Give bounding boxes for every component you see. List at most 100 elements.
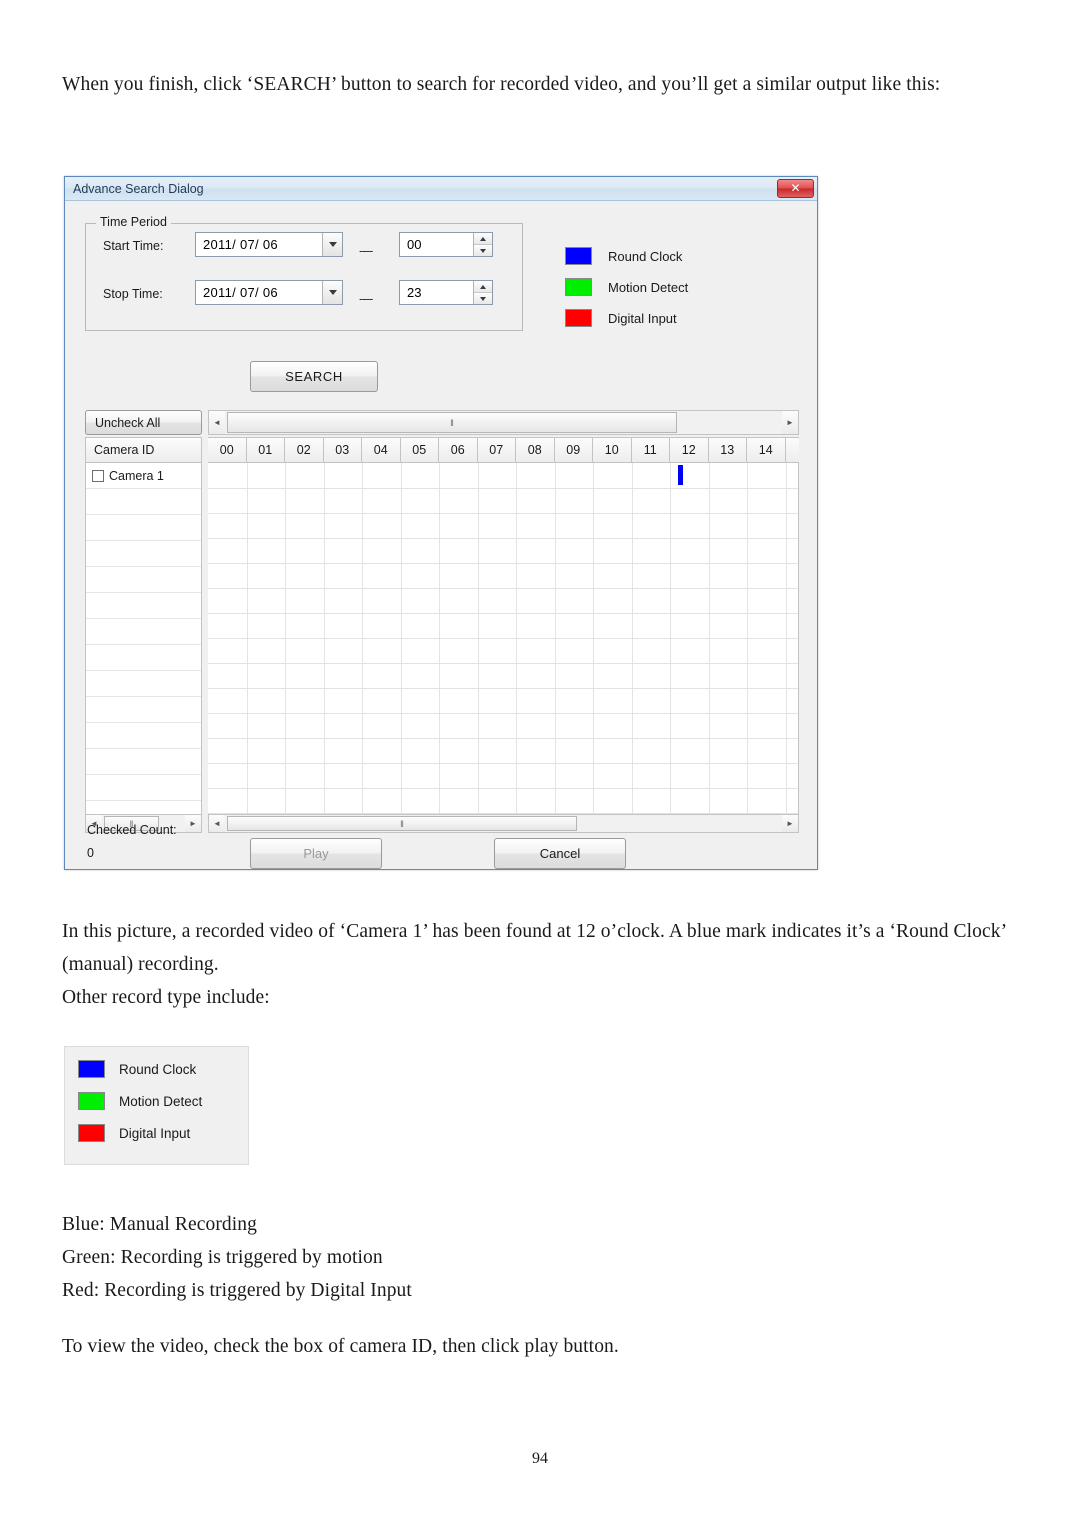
intro-paragraph: When you finish, click ‘SEARCH’ button t… [62, 74, 941, 95]
scroll-left-icon[interactable]: ◄ [209, 411, 225, 434]
legend-label: Digital Input [608, 310, 677, 326]
legend-label: Round Clock [608, 248, 683, 264]
camera-checkbox[interactable] [92, 469, 104, 482]
timeline-gridline-horizontal [208, 738, 798, 739]
cancel-button[interactable]: Cancel [494, 838, 626, 869]
scroll-right-icon[interactable]: ► [782, 411, 798, 434]
motion-detect-swatch-icon [565, 278, 592, 296]
scroll-right-icon[interactable]: ► [782, 815, 798, 832]
start-date-combo[interactable]: 2011/ 07/ 06 [195, 232, 343, 257]
legend-item-round-clock: Round Clock [565, 247, 688, 265]
color-meaning-paragraph: Blue: Manual Recording Green: Recording … [62, 1208, 1022, 1307]
legend-item-motion-detect: Motion Detect [565, 278, 688, 296]
start-hour-stepper[interactable]: 00 [399, 232, 493, 257]
spin-down-icon[interactable] [474, 293, 492, 304]
list-item [86, 775, 201, 801]
list-item [86, 541, 201, 567]
digital-input-swatch-icon [565, 309, 592, 327]
play-button[interactable]: Play [250, 838, 382, 869]
camera-id-header: Camera ID [85, 437, 202, 463]
checked-count-label: Checked Count: [87, 823, 177, 837]
dialog-legend: Round Clock Motion Detect Digital Input [565, 247, 688, 340]
start-date-value: 2011/ 07/ 06 [203, 237, 278, 252]
scrollbar-thumb[interactable]: ‖ [227, 816, 577, 831]
timeline-top-scrollbar[interactable]: ◄ ‖ ► [208, 410, 799, 435]
timeline-hour-04: 04 [362, 438, 401, 462]
legend-item-round-clock: Round Clock [78, 1060, 248, 1078]
scroll-right-icon[interactable]: ► [185, 815, 201, 832]
scroll-left-icon[interactable]: ◄ [209, 815, 225, 832]
list-item [86, 489, 201, 515]
timeline-hour-11: 11 [632, 438, 670, 462]
timeline-hour-header: 0001020304050607080910111213141 [208, 437, 799, 463]
chevron-down-icon[interactable] [322, 233, 342, 256]
stop-hour-stepper[interactable]: 23 [399, 280, 493, 305]
timeline-hour-06: 06 [439, 438, 478, 462]
page-number: 94 [532, 1450, 548, 1467]
timeline-hour-05: 05 [401, 438, 439, 462]
list-item [86, 593, 201, 619]
stop-hour-value: 23 [407, 285, 422, 300]
legend-item-digital-input: Digital Input [78, 1124, 248, 1142]
camera-list: Camera 1 [85, 463, 202, 827]
timeline-gridline-horizontal [208, 588, 798, 589]
timeline-gridline-horizontal [208, 488, 798, 489]
middle-paragraph-line1: In this picture, a recorded video of ‘Ca… [62, 921, 767, 942]
timeline-gridline-horizontal [208, 713, 798, 714]
timeline-gridline-horizontal [208, 688, 798, 689]
color-line-green: Green: Recording is triggered by motion [62, 1247, 383, 1268]
timeline-hour-03: 03 [324, 438, 362, 462]
advance-search-dialog: Advance Search Dialog ✕ Time Period Star… [64, 176, 818, 870]
closing-paragraph: To view the video, check the box of came… [62, 1336, 619, 1357]
time-period-group-title: Time Period [96, 215, 171, 229]
list-item [86, 749, 201, 775]
spin-up-icon[interactable] [474, 281, 492, 293]
list-item [86, 671, 201, 697]
legend-label: Round Clock [119, 1061, 197, 1077]
recording-mark[interactable] [678, 465, 683, 485]
middle-paragraph: In this picture, a recorded video of ‘Ca… [62, 915, 1022, 1014]
stop-time-label: Stop Time: [103, 287, 163, 301]
legend-item-motion-detect: Motion Detect [78, 1092, 248, 1110]
list-item [86, 567, 201, 593]
timeline-gridline-horizontal [208, 788, 798, 789]
timeline-hour-10: 10 [593, 438, 632, 462]
start-hour-spin-buttons[interactable] [473, 233, 492, 256]
chevron-down-icon[interactable] [322, 281, 342, 304]
round-clock-swatch-icon [78, 1060, 105, 1078]
legend-label: Motion Detect [608, 279, 689, 295]
timeline-gridline-horizontal [208, 663, 798, 664]
legend-label: Digital Input [119, 1125, 191, 1141]
motion-detect-swatch-icon [78, 1092, 105, 1110]
timeline-hour-00: 00 [208, 438, 247, 462]
timeline-gridline-horizontal [208, 538, 798, 539]
round-clock-swatch-icon [565, 247, 592, 265]
list-item [86, 697, 201, 723]
scrollbar-track[interactable]: ‖ [225, 815, 782, 832]
scrollbar-thumb[interactable]: ‖ [227, 412, 677, 433]
list-item [86, 645, 201, 671]
dialog-title: Advance Search Dialog [73, 181, 204, 196]
camera-label: Camera 1 [109, 468, 164, 483]
color-line-red: Red: Recording is triggered by Digital I… [62, 1280, 412, 1301]
timeline-gridline-horizontal [208, 638, 798, 639]
start-hour-value: 00 [407, 237, 422, 252]
timeline-bottom-scrollbar[interactable]: ◄ ‖ ► [208, 814, 799, 833]
spin-down-icon[interactable] [474, 245, 492, 256]
list-item[interactable]: Camera 1 [86, 463, 201, 489]
close-icon[interactable]: ✕ [777, 179, 814, 198]
document-page: When you finish, click ‘SEARCH’ button t… [0, 0, 1080, 1527]
spin-up-icon[interactable] [474, 233, 492, 245]
search-button[interactable]: SEARCH [250, 361, 378, 392]
dialog-titlebar: Advance Search Dialog ✕ [65, 177, 817, 201]
list-item [86, 619, 201, 645]
stop-date-value: 2011/ 07/ 06 [203, 285, 278, 300]
timeline-hour-13: 13 [709, 438, 747, 462]
scrollbar-track[interactable]: ‖ [225, 411, 782, 434]
stop-date-combo[interactable]: 2011/ 07/ 06 [195, 280, 343, 305]
timeline-gridline-horizontal [208, 763, 798, 764]
uncheck-all-button[interactable]: Uncheck All [85, 410, 202, 435]
timeline-grid[interactable] [208, 463, 799, 815]
stop-hour-spin-buttons[interactable] [473, 281, 492, 304]
record-type-legend: Round Clock Motion Detect Digital Input [64, 1046, 249, 1165]
